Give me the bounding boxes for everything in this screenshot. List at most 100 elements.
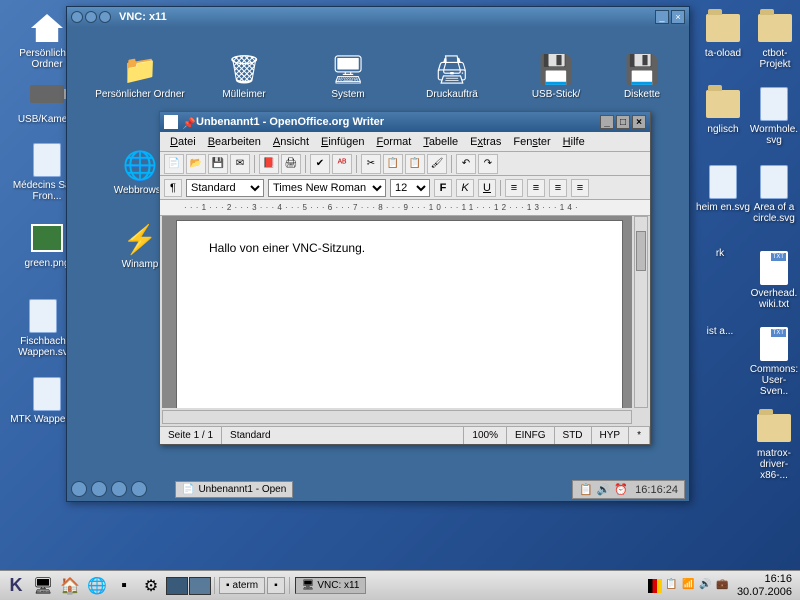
window-menu-button[interactable]	[71, 11, 83, 23]
open-button[interactable]: 📂	[186, 154, 206, 174]
vnc-icon-home[interactable]: 📁Persönlicher Ordner	[95, 51, 185, 100]
font-size-select[interactable]: 12	[390, 179, 430, 197]
vnc-settings-button[interactable]	[131, 481, 147, 497]
desktop-icon-area-circle[interactable]: Area of a circle.svg	[748, 164, 800, 224]
close-button[interactable]: ×	[671, 10, 685, 24]
menu-einfuegen[interactable]: Einfügen	[315, 134, 370, 150]
vertical-scrollbar[interactable]	[634, 216, 648, 408]
desktop-icon-matrox[interactable]: matrox-driver-x86-...	[748, 410, 800, 481]
taskbar-clock[interactable]: 16:16 30.07.2006	[733, 573, 796, 597]
menu-hilfe[interactable]: Hilfe	[557, 134, 591, 150]
vnc-icon-diskette[interactable]: 💾Diskette	[597, 51, 687, 100]
font-name-select[interactable]: Times New Roman	[268, 179, 386, 197]
align-right-button[interactable]: ≡	[549, 179, 567, 197]
konqueror-button[interactable]: 🌐	[85, 574, 109, 598]
bold-button[interactable]: F	[434, 179, 452, 197]
vnc-icon-print[interactable]: 🖨Druckaufträ	[407, 51, 497, 100]
copy-button[interactable]: 📋	[383, 154, 403, 174]
desktop-pager	[166, 577, 211, 595]
vnc-remote-desktop[interactable]: 📁Persönlicher Ordner 🗑Mülleimer 🖥System …	[71, 29, 685, 477]
status-std[interactable]: STD	[555, 427, 592, 444]
spellcheck-button[interactable]: ✔	[310, 154, 330, 174]
vnc-task-openoffice[interactable]: 📄 Unbenannt1 - Open	[175, 481, 293, 498]
desktop-icon-download[interactable]: ta-oload	[694, 10, 752, 59]
desktop-icon-heim[interactable]: heim en.svg	[694, 164, 752, 213]
desktop-icon-ist[interactable]: ist a...	[694, 326, 746, 337]
menu-datei[interactable]: Datei	[164, 134, 202, 150]
openoffice-window[interactable]: 📌 Unbenannt1 - OpenOffice.org Writer _ □…	[159, 111, 651, 445]
kmenu-button[interactable]: K	[4, 574, 28, 598]
pager-desktop-2[interactable]	[189, 577, 211, 595]
pager-desktop-1[interactable]	[166, 577, 188, 595]
task-aterm-2[interactable]: ▪	[267, 577, 285, 594]
desktop-icon-overhead[interactable]: Overhead.wiki.txt	[748, 250, 800, 310]
print-button[interactable]: 🖨	[281, 154, 301, 174]
underline-button[interactable]: U	[478, 179, 496, 197]
desktop-icon-commons[interactable]: Commons: User-Sven..	[748, 326, 800, 397]
save-button[interactable]: 💾	[208, 154, 228, 174]
menu-tabelle[interactable]: Tabelle	[417, 134, 464, 150]
export-pdf-button[interactable]: 📕	[259, 154, 279, 174]
menu-ansicht[interactable]: Ansicht	[267, 134, 315, 150]
format-paint-button[interactable]: 🖌	[427, 154, 447, 174]
horizontal-scrollbar[interactable]	[162, 410, 632, 424]
menu-format[interactable]: Format	[370, 134, 417, 150]
align-left-button[interactable]: ≡	[505, 179, 523, 197]
vnc-icon-trash[interactable]: 🗑Mülleimer	[199, 51, 289, 100]
undo-button[interactable]: ↶	[456, 154, 476, 174]
status-hyp[interactable]: HYP	[592, 427, 630, 444]
paragraph-style-select[interactable]: Standard	[186, 179, 264, 197]
tray-network-icon[interactable]: 📶	[682, 579, 696, 593]
align-center-button[interactable]: ≡	[527, 179, 545, 197]
paste-button[interactable]: 📋	[405, 154, 425, 174]
desktop-icon-rk[interactable]: rk	[694, 248, 746, 259]
desktop-icon-ctbot[interactable]: ctbot-Projekt	[752, 10, 798, 70]
scrollbar-thumb[interactable]	[636, 231, 646, 271]
vnc-titlebar[interactable]: VNC: x11 _ ×	[67, 7, 689, 27]
vnc-window[interactable]: VNC: x11 _ × 📁Persönlicher Ordner 🗑Mülle…	[66, 6, 690, 502]
status-insert[interactable]: EINFG	[507, 427, 555, 444]
vnc-icon-usb[interactable]: 💾USB-Stick/	[511, 51, 601, 100]
document-area[interactable]: Hallo von einer VNC-Sitzung.	[162, 216, 632, 408]
vnc-home-button[interactable]	[91, 481, 107, 497]
oo-close-button[interactable]: ×	[632, 115, 646, 129]
status-zoom[interactable]: 100%	[464, 427, 507, 444]
italic-button[interactable]: K	[456, 179, 474, 197]
pin-icon[interactable]: 📌	[182, 117, 192, 127]
show-desktop-button[interactable]: 🖥	[31, 574, 55, 598]
task-vnc[interactable]: 🖥 VNC: x11	[295, 577, 367, 594]
kcontrol-button[interactable]: ⚙	[139, 574, 163, 598]
menu-bearbeiten[interactable]: Bearbeiten	[202, 134, 267, 150]
desktop-icon-englisch[interactable]: nglisch	[694, 86, 752, 135]
document-text[interactable]: Hallo von einer VNC-Sitzung.	[209, 241, 365, 255]
tray-klipper-icon[interactable]: 📋	[665, 579, 679, 593]
openoffice-titlebar[interactable]: 📌 Unbenannt1 - OpenOffice.org Writer _ □…	[160, 112, 650, 132]
email-button[interactable]: ✉	[230, 154, 250, 174]
konsole-button[interactable]: ▪	[112, 574, 136, 598]
task-aterm[interactable]: ▪ aterm	[219, 577, 265, 594]
tray-flag-icon[interactable]	[648, 579, 662, 593]
tray-volume-icon[interactable]: 🔊	[699, 579, 713, 593]
vnc-browser-button[interactable]	[111, 481, 127, 497]
menu-fenster[interactable]: Fenster	[507, 134, 556, 150]
tray-kwallet-icon[interactable]: 💼	[716, 579, 730, 593]
new-button[interactable]: 📄	[164, 154, 184, 174]
redo-button[interactable]: ↷	[478, 154, 498, 174]
desktop-icon-wormhole[interactable]: Wormhole.svg	[748, 86, 800, 146]
align-justify-button[interactable]: ≡	[571, 179, 589, 197]
autospell-button[interactable]: ᴬᴮ	[332, 154, 352, 174]
folder-icon: 📁	[120, 51, 160, 87]
home-button[interactable]: 🏠	[58, 574, 82, 598]
minimize-button[interactable]: _	[655, 10, 669, 24]
document-page[interactable]: Hallo von einer VNC-Sitzung.	[176, 220, 623, 408]
oo-minimize-button[interactable]: _	[600, 115, 614, 129]
oo-maximize-button[interactable]: □	[616, 115, 630, 129]
vnc-kmenu-button[interactable]	[71, 481, 87, 497]
menu-extras[interactable]: Extras	[464, 134, 507, 150]
horizontal-ruler[interactable]: ···1···2···3···4···5···6···7···8···9···1…	[160, 200, 650, 216]
cut-button[interactable]: ✂	[361, 154, 381, 174]
styles-button[interactable]: ¶	[164, 179, 182, 197]
window-shade-button[interactable]	[99, 11, 111, 23]
vnc-icon-system[interactable]: 🖥System	[303, 51, 393, 100]
window-sticky-button[interactable]	[85, 11, 97, 23]
